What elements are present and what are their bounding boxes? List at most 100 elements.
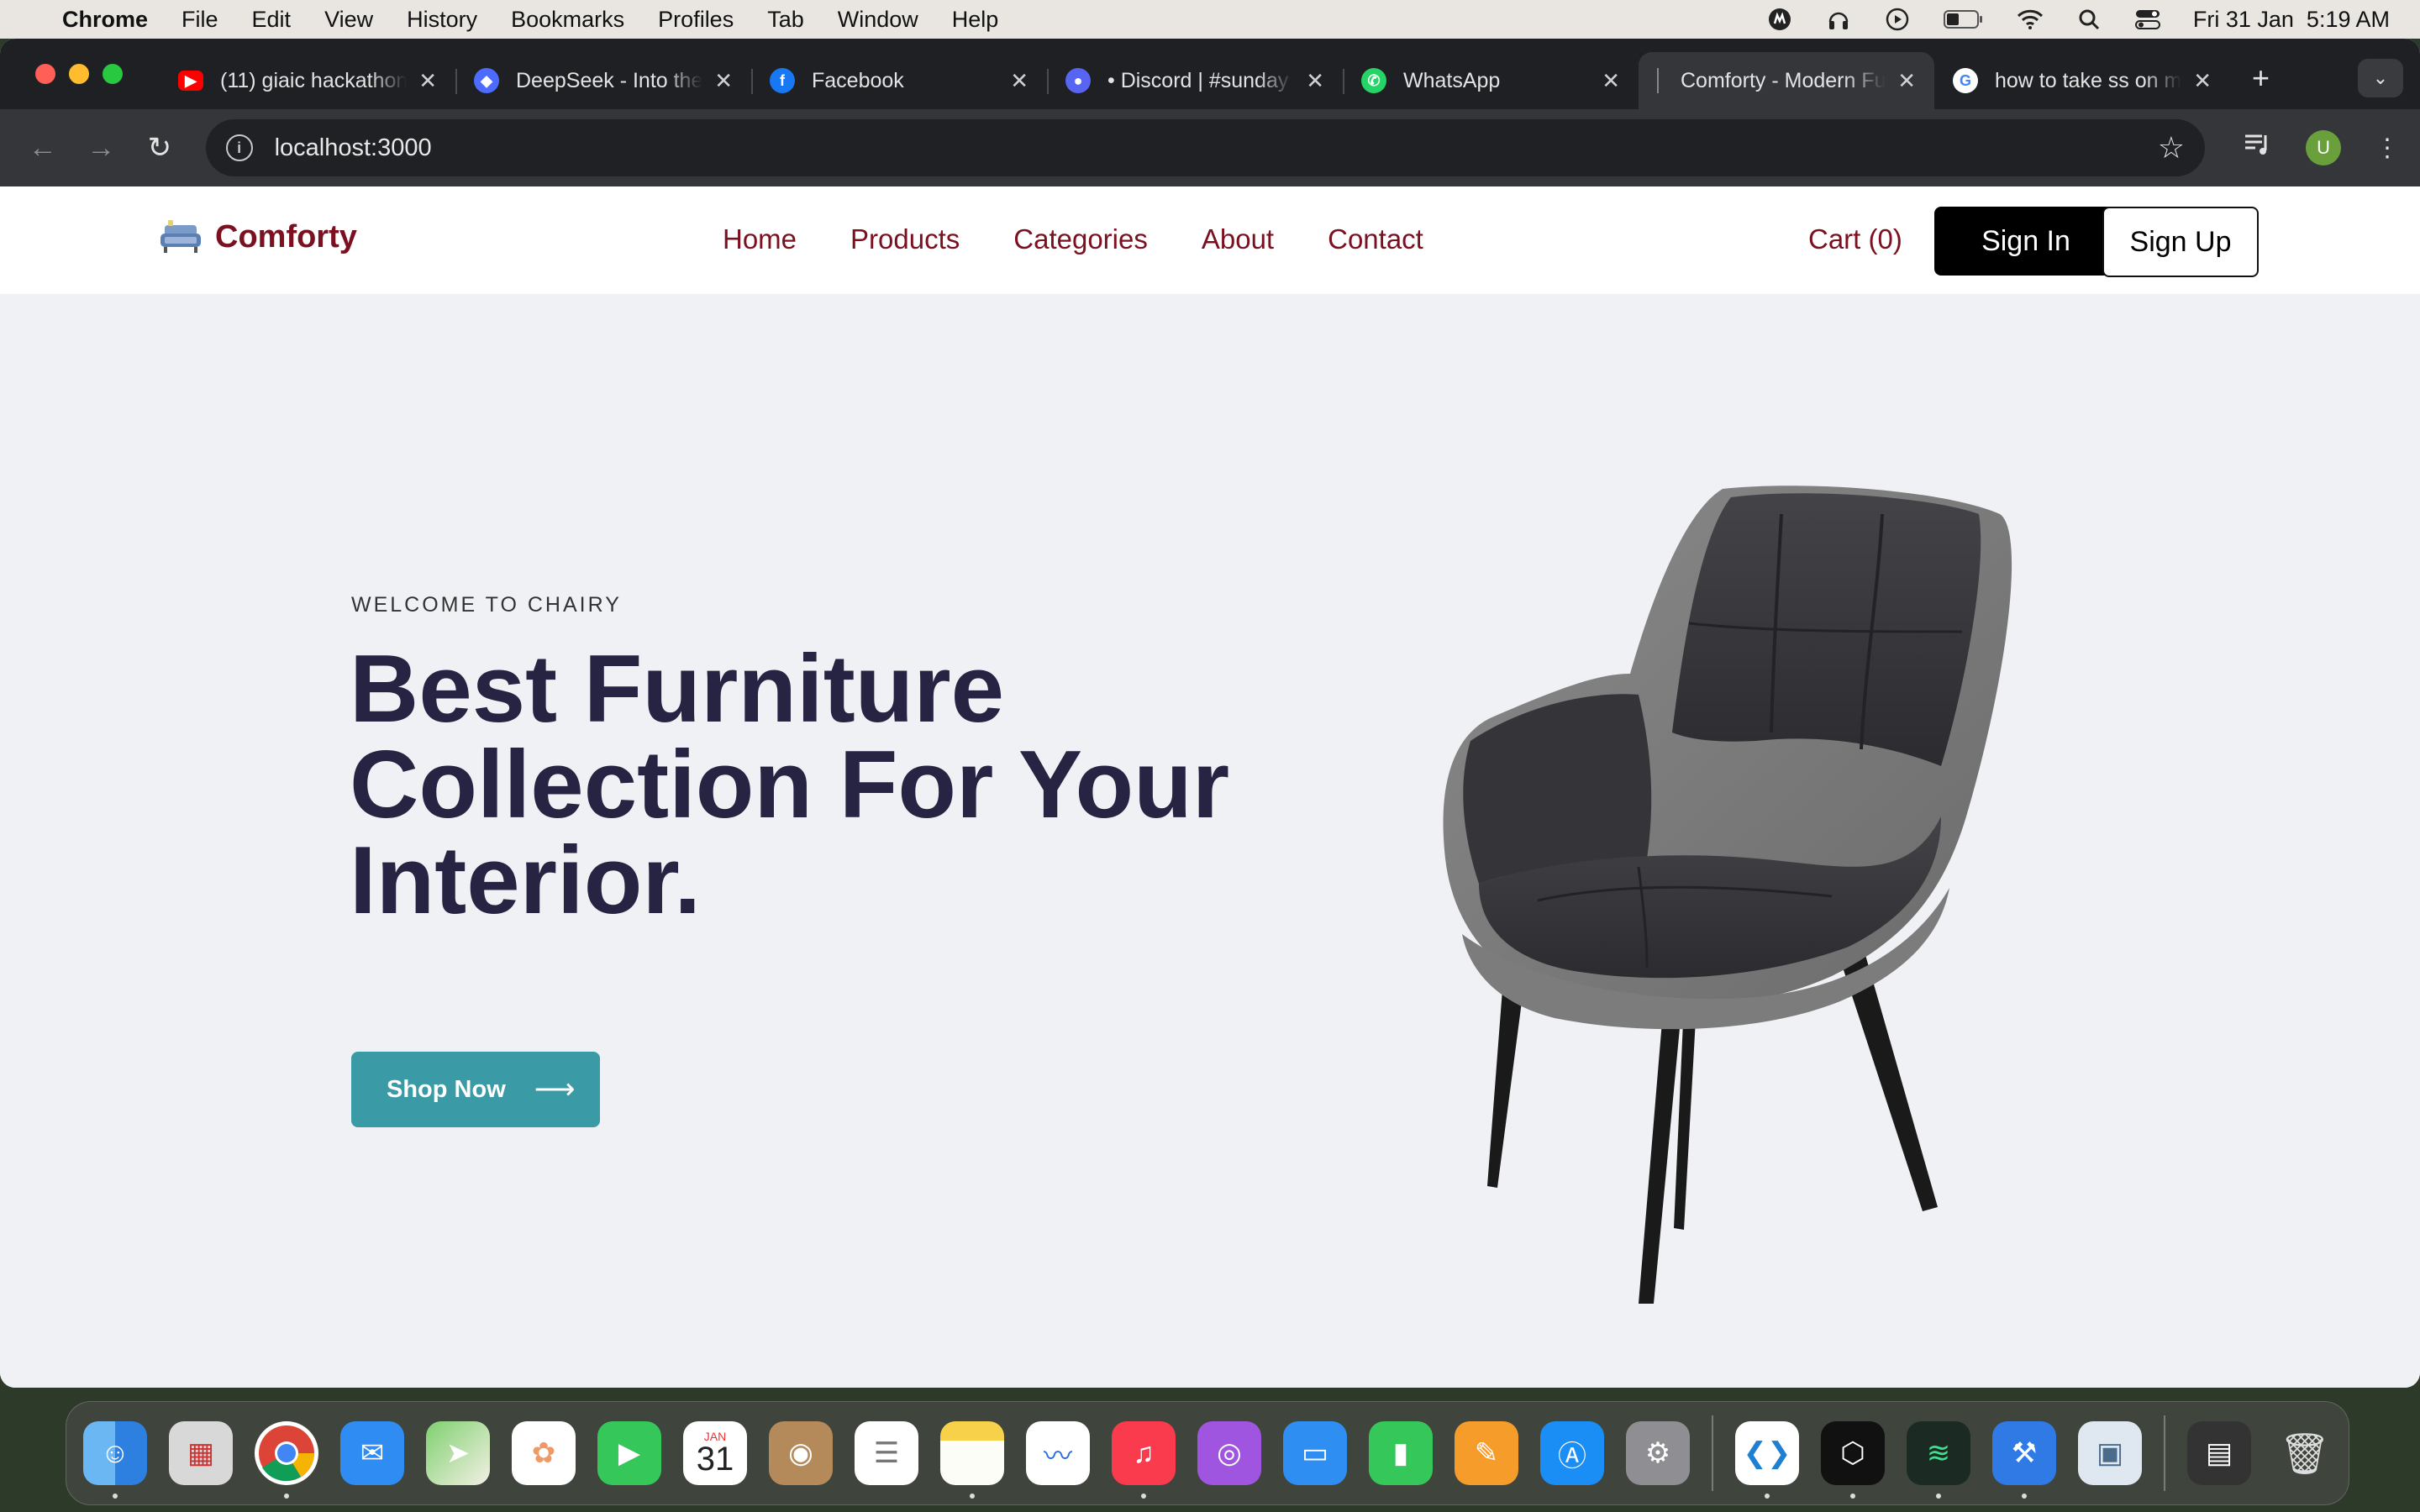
primary-nav: Home Products Categories About Contact — [723, 223, 1423, 255]
arrow-right-icon: ⟶ — [534, 1074, 576, 1105]
nav-link-products[interactable]: Products — [850, 223, 960, 255]
finder-icon[interactable]: ☺ — [83, 1421, 147, 1499]
discord-icon: ● — [1065, 68, 1091, 93]
reminders-icon[interactable]: ☰ — [855, 1421, 918, 1485]
nav-link-about[interactable]: About — [1202, 223, 1274, 255]
cursor-icon[interactable]: ≋ — [1907, 1421, 1970, 1499]
menu-bar-clock[interactable]: Fri 31 Jan 5:19 AM — [2193, 7, 2390, 33]
close-tab-icon[interactable]: ✕ — [1306, 68, 1324, 94]
close-tab-icon[interactable]: ✕ — [714, 68, 733, 94]
spotlight-search-icon[interactable] — [2075, 7, 2102, 32]
hero-chair-image — [1443, 486, 2012, 1304]
back-icon[interactable]: ← — [20, 125, 66, 171]
numbers-icon[interactable]: ▮ — [1369, 1421, 1433, 1485]
close-tab-icon[interactable]: ✕ — [1010, 68, 1028, 94]
chrome-menu-icon[interactable]: ⋮ — [2375, 134, 2400, 163]
menu-view[interactable]: View — [324, 7, 373, 33]
pages-icon[interactable]: ✎ — [1455, 1421, 1518, 1485]
google-icon: G — [1953, 68, 1978, 93]
url-text[interactable]: localhost:3000 — [275, 134, 432, 162]
calendar-icon[interactable]: JAN 31 — [683, 1421, 747, 1485]
menu-tab[interactable]: Tab — [767, 7, 804, 33]
now-playing-icon[interactable] — [1884, 7, 1911, 32]
zoom-window-button[interactable] — [103, 64, 123, 84]
contacts-icon[interactable]: ◉ — [769, 1421, 833, 1485]
wifi-icon[interactable] — [2017, 7, 2044, 32]
cart-link[interactable]: Cart (0) — [1808, 223, 1902, 255]
system-settings-icon[interactable]: ⚙ — [1626, 1421, 1690, 1485]
tab-google[interactable]: G how to take ss on mac ✕ — [1934, 52, 2230, 109]
calendar-day: 31 — [696, 1441, 734, 1478]
photos-icon[interactable]: ✿ — [512, 1421, 576, 1485]
tab-search-button[interactable]: ⌄ — [2358, 59, 2403, 97]
bookmark-star-icon[interactable]: ☆ — [2158, 130, 2185, 165]
nav-link-contact[interactable]: Contact — [1328, 223, 1423, 255]
xcode-icon[interactable]: ⚒ — [1992, 1421, 2056, 1499]
tab-discord[interactable]: ● • Discord | #sunday ✕ — [1047, 52, 1344, 109]
reload-icon[interactable]: ↻ — [137, 125, 182, 171]
shop-now-button[interactable]: Shop Now ⟶ — [351, 1052, 600, 1127]
preview-icon[interactable]: ▣ — [2078, 1421, 2142, 1485]
sign-up-button[interactable]: Sign Up — [2102, 207, 2259, 277]
address-bar[interactable]: i localhost:3000 ☆ — [205, 119, 2206, 176]
control-center-icon[interactable] — [2134, 7, 2161, 32]
tab-youtube[interactable]: ▶ (11) giaic hackathon ✕ — [160, 52, 457, 109]
media-controls-icon[interactable] — [2244, 132, 2272, 164]
launchpad-icon[interactable]: ▦ — [169, 1421, 233, 1485]
web-page: Comforty Home Products Categories About … — [0, 186, 2420, 1388]
minimize-window-button[interactable] — [69, 64, 89, 84]
tab-title: • Discord | #sunday — [1107, 68, 1289, 92]
trash-icon[interactable]: 🗑 — [2273, 1421, 2337, 1485]
nav-link-categories[interactable]: Categories — [1013, 223, 1148, 255]
malwarebytes-status-icon[interactable] — [1766, 7, 1793, 32]
freeform-icon[interactable]: 〰 — [1026, 1421, 1090, 1485]
menu-file[interactable]: File — [182, 7, 218, 33]
music-icon[interactable]: ♫ — [1112, 1421, 1176, 1499]
vscode-icon[interactable]: ❮❯ — [1735, 1421, 1799, 1499]
close-tab-icon[interactable]: ✕ — [1602, 68, 1620, 94]
menu-window[interactable]: Window — [838, 7, 918, 33]
site-info-icon[interactable]: i — [225, 134, 253, 161]
menu-help[interactable]: Help — [952, 7, 999, 33]
close-window-button[interactable] — [35, 64, 55, 84]
maps-icon[interactable]: ➤ — [426, 1421, 490, 1485]
tab-title: DeepSeek - Into the Unknown — [516, 68, 703, 92]
hero-title: Best Furniture Collection For Your Inter… — [350, 636, 1230, 934]
chrome-icon[interactable] — [255, 1421, 318, 1499]
tab-facebook[interactable]: f Facebook ✕ — [751, 52, 1049, 109]
macos-menu-bar: Chrome File Edit View History Bookmarks … — [0, 0, 2420, 39]
notes-icon[interactable] — [940, 1421, 1004, 1499]
profile-avatar[interactable]: U — [2306, 130, 2342, 165]
tab-deepseek[interactable]: ◆ DeepSeek - Into the Unknown ✕ — [455, 52, 753, 109]
tab-title: (11) giaic hackathon — [220, 68, 408, 92]
headphones-icon[interactable] — [1825, 7, 1852, 32]
menu-app-chrome[interactable]: Chrome — [62, 7, 148, 33]
tab-title: WhatsApp — [1403, 68, 1501, 92]
brand-logo[interactable]: Comforty — [160, 218, 357, 255]
tab-whatsapp[interactable]: ✆ WhatsApp ✕ — [1343, 52, 1639, 109]
podcasts-icon[interactable]: ◎ — [1197, 1421, 1261, 1485]
keynote-icon[interactable]: ▭ — [1283, 1421, 1347, 1485]
sign-in-button[interactable]: Sign In — [1934, 207, 2118, 276]
tab-title: how to take ss on mac — [1995, 68, 2182, 92]
mail-icon[interactable]: ✉ — [340, 1421, 404, 1485]
brand-name: Comforty — [215, 218, 357, 255]
close-tab-icon[interactable]: ✕ — [2193, 68, 2212, 94]
nav-link-home[interactable]: Home — [723, 223, 797, 255]
menu-bookmarks[interactable]: Bookmarks — [511, 7, 624, 33]
forward-icon[interactable]: → — [79, 125, 124, 171]
close-tab-icon[interactable]: ✕ — [418, 68, 437, 94]
menu-profiles[interactable]: Profiles — [658, 7, 734, 33]
new-tab-button[interactable]: + — [2230, 60, 2270, 109]
facetime-icon[interactable]: ▶ — [597, 1421, 661, 1485]
menu-edit[interactable]: Edit — [252, 7, 292, 33]
downloads-stack-icon[interactable]: ▤ — [2187, 1421, 2251, 1485]
unity-hub-icon[interactable]: ⬡ — [1821, 1421, 1885, 1499]
tab-comforty[interactable]: Comforty - Modern Furniture ✕ — [1639, 52, 1934, 109]
whatsapp-icon: ✆ — [1361, 68, 1386, 93]
menu-history[interactable]: History — [407, 7, 477, 33]
battery-icon[interactable] — [1943, 7, 1985, 32]
shop-now-label: Shop Now — [387, 1075, 506, 1103]
close-tab-icon[interactable]: ✕ — [1897, 68, 1916, 94]
app-store-icon[interactable]: Ⓐ — [1540, 1421, 1604, 1485]
